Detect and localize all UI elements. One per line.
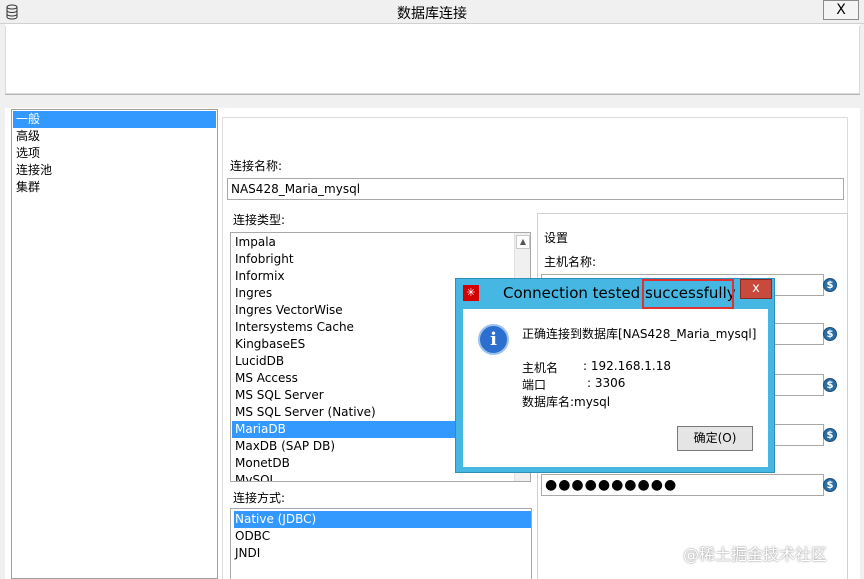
watermark: @稀土掘金技术社区 xyxy=(683,545,828,564)
connection-test-dialog: ✳ Connection tested successfully x i 正确连… xyxy=(455,278,775,473)
list-item[interactable]: ODBC xyxy=(234,528,531,545)
list-item[interactable]: Infobright xyxy=(232,251,514,268)
settings-group-label: 设置 xyxy=(544,231,569,245)
info-icon: i xyxy=(478,324,509,355)
variable-icon[interactable]: $ xyxy=(823,428,837,442)
list-item[interactable]: Impala xyxy=(232,234,514,251)
list-item[interactable]: MySQL xyxy=(232,472,514,481)
variable-icon[interactable]: $ xyxy=(823,327,837,341)
ok-button[interactable]: 确定(O) xyxy=(677,426,753,451)
highlight-box xyxy=(642,279,734,309)
category-item-pooling[interactable]: 连接池 xyxy=(13,162,216,179)
password-field[interactable]: ●●●●●●●●●● xyxy=(541,474,824,496)
window-frame-right xyxy=(860,24,864,579)
variable-icon[interactable]: $ xyxy=(823,278,837,292)
header-area xyxy=(5,26,860,94)
connection-name-input[interactable]: NAS428_Maria_mysql xyxy=(227,178,844,200)
category-item-options[interactable]: 选项 xyxy=(13,145,216,162)
host-value: : 192.168.1.18 xyxy=(583,359,672,373)
category-list[interactable]: 一般 高级 选项 连接池 集群 xyxy=(11,109,218,579)
host-name-label: 主机名称: xyxy=(544,255,597,269)
category-item-cluster[interactable]: 集群 xyxy=(13,179,216,196)
port-value: : 3306 xyxy=(587,376,626,390)
connection-name-label: 连接名称: xyxy=(230,159,283,173)
category-item-advanced[interactable]: 高级 xyxy=(13,128,216,145)
database-line: 数据库名:mysql xyxy=(522,395,611,409)
app-logo-icon: ✳ xyxy=(463,285,479,301)
access-method-label: 连接方式: xyxy=(233,491,286,505)
dialog-close-button[interactable]: x xyxy=(740,279,772,299)
dialog-body: i 正确连接到数据库[NAS428_Maria_mysql] 主机名 : 192… xyxy=(463,309,768,467)
scroll-up-icon[interactable]: ▲ xyxy=(516,235,530,249)
window-close-button[interactable]: X xyxy=(823,0,859,20)
category-item-general[interactable]: 一般 xyxy=(13,111,216,128)
window-title: 数据库连接 xyxy=(397,6,467,22)
list-item[interactable]: JNDI xyxy=(234,545,531,562)
variable-icon[interactable]: $ xyxy=(823,478,837,492)
variable-icon[interactable]: $ xyxy=(823,378,837,392)
header-separator xyxy=(5,94,860,108)
access-method-list[interactable]: Native (JDBC) ODBC JNDI xyxy=(230,508,532,579)
port-key: 端口 xyxy=(522,378,547,392)
list-item-selected[interactable]: Native (JDBC) xyxy=(234,511,531,528)
host-key: 主机名 xyxy=(522,361,559,375)
dialog-message: 正确连接到数据库[NAS428_Maria_mysql] xyxy=(522,327,757,341)
connection-type-label: 连接类型: xyxy=(233,213,286,227)
dialog-title-part: Connection tested xyxy=(503,284,645,302)
